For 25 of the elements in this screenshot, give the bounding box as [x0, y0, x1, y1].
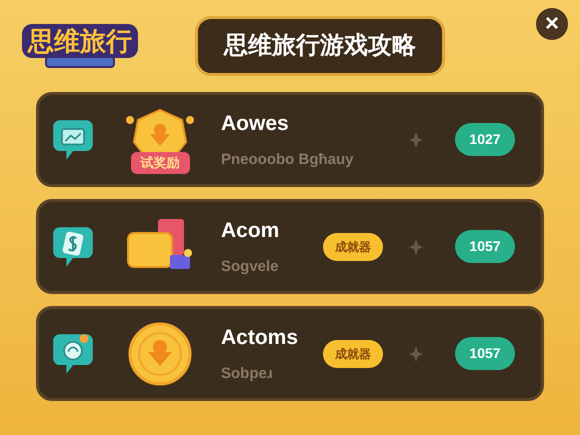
count-pill: 1057	[455, 337, 515, 370]
achievement-card[interactable]: Acom Sogvele 成就器 1057	[36, 199, 544, 294]
sparkle-icon	[409, 346, 423, 362]
card-title: Actoms	[221, 324, 300, 350]
close-button[interactable]: ×	[536, 8, 568, 40]
chat-bubble-icon	[53, 224, 93, 268]
logo-ribbon	[45, 56, 115, 68]
achievement-card[interactable]: 试奖励 Aowes Pneooobo Bgħauy 1027	[36, 92, 544, 187]
sparkle-icon	[409, 238, 423, 254]
count-pill: 1027	[455, 123, 515, 156]
card-subtitle: Sogvele	[221, 257, 280, 277]
card-title: Aowes	[221, 110, 290, 136]
card-title: Acom	[221, 218, 280, 244]
achievement-tag: 成就器	[323, 340, 383, 368]
card-subtitle: Pneooobo Bgħauy	[221, 150, 354, 170]
card-subtitle: Sobpeɹ	[221, 364, 274, 384]
reward-ribbon: 试奖励	[130, 152, 190, 174]
count-pill: 1057	[455, 230, 515, 263]
sparkle-icon	[409, 132, 423, 148]
achievement-tag: 成就器	[323, 232, 383, 260]
chat-bubble-icon	[53, 118, 93, 162]
chat-bubble-icon	[53, 332, 93, 376]
title-banner: 思维旅行游戏攻略	[195, 16, 445, 76]
achievement-card[interactable]: Actoms Sobpeɹ 成就器 1057	[36, 306, 544, 401]
logo-text: 思维旅行	[22, 24, 138, 58]
